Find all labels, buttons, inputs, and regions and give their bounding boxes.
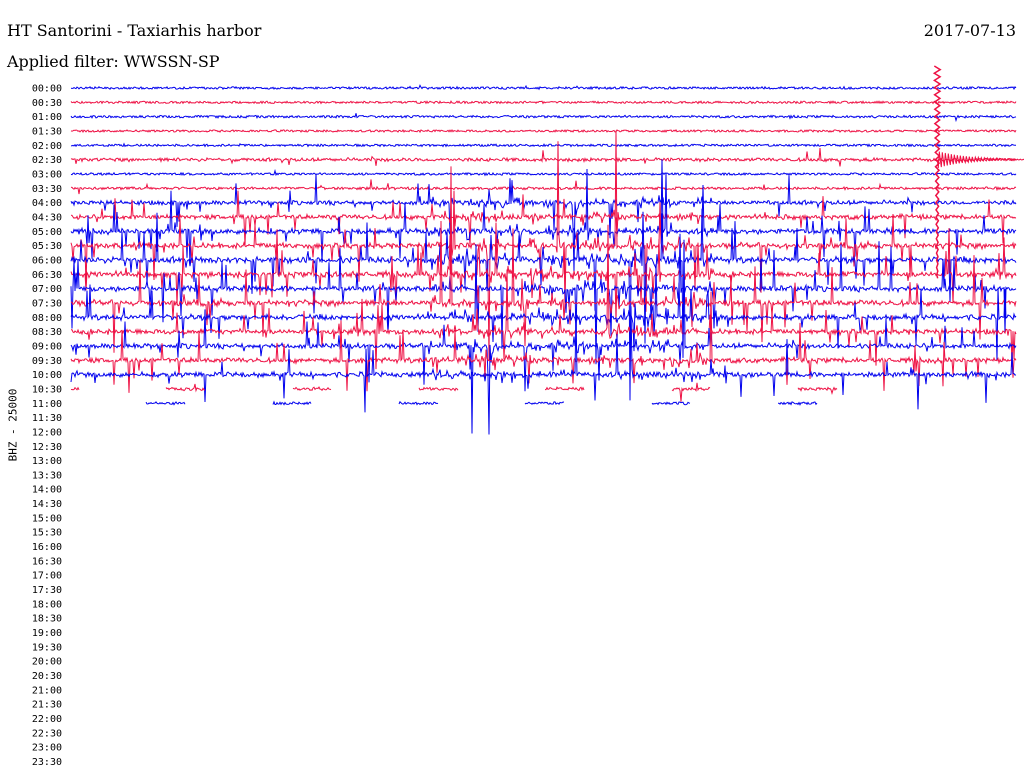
tick-label: 03:00 bbox=[32, 169, 62, 180]
tick-label: 08:30 bbox=[32, 327, 62, 338]
trace-line bbox=[70, 113, 1017, 123]
tick-label: 04:30 bbox=[32, 212, 62, 223]
tick-label: 07:30 bbox=[32, 298, 62, 309]
tick-label: 13:00 bbox=[32, 456, 62, 467]
tick-label: 12:00 bbox=[32, 427, 62, 438]
tick-label: 05:30 bbox=[32, 241, 62, 252]
tick-label: 06:30 bbox=[32, 270, 62, 281]
tick-label: 00:00 bbox=[32, 84, 62, 95]
tick-label: 14:30 bbox=[32, 499, 62, 510]
tick-label: 19:00 bbox=[32, 628, 62, 639]
tick-label: 10:30 bbox=[32, 384, 62, 395]
tick-label: 17:00 bbox=[32, 571, 62, 582]
tick-label: 01:30 bbox=[32, 126, 62, 137]
tick-label: 09:00 bbox=[32, 341, 62, 352]
tick-label: 11:30 bbox=[32, 413, 62, 424]
event-coda bbox=[936, 151, 1024, 169]
tick-label: 20:00 bbox=[32, 657, 62, 668]
trace-line bbox=[70, 130, 1017, 361]
tick-label: 03:30 bbox=[32, 184, 62, 195]
tick-label: 18:00 bbox=[32, 599, 62, 610]
tick-label: 02:30 bbox=[32, 155, 62, 166]
trace-line bbox=[70, 142, 1016, 148]
tick-label: 16:30 bbox=[32, 556, 62, 567]
tick-label: 22:30 bbox=[32, 728, 62, 739]
tick-label: 20:30 bbox=[32, 671, 62, 682]
tick-label: 07:00 bbox=[32, 284, 62, 295]
tick-label: 15:30 bbox=[32, 528, 62, 539]
tick-label: 05:00 bbox=[32, 227, 62, 238]
tick-label: 10:00 bbox=[32, 370, 62, 381]
trace-line bbox=[70, 382, 838, 402]
trace-line bbox=[145, 400, 818, 406]
tick-label: 13:30 bbox=[32, 470, 62, 481]
tick-label: 14:00 bbox=[32, 485, 62, 496]
tick-label: 12:30 bbox=[32, 442, 62, 453]
tick-label: 04:00 bbox=[32, 198, 62, 209]
trace-line bbox=[70, 239, 1017, 435]
trace-line bbox=[70, 100, 1017, 105]
trace-line bbox=[70, 129, 1017, 134]
tick-label: 17:30 bbox=[32, 585, 62, 596]
tick-label: 22:00 bbox=[32, 714, 62, 725]
tick-label: 21:00 bbox=[32, 685, 62, 696]
tick-label: 11:00 bbox=[32, 399, 62, 410]
trace-line bbox=[70, 179, 1017, 195]
tick-label: 00:30 bbox=[32, 98, 62, 109]
tick-label: 16:00 bbox=[32, 542, 62, 553]
trace-line bbox=[70, 84, 1017, 91]
tick-label: 08:00 bbox=[32, 313, 62, 324]
trace-line bbox=[70, 148, 1017, 167]
tick-label: 02:00 bbox=[32, 141, 62, 152]
tick-label: 09:30 bbox=[32, 356, 62, 367]
tick-label: 23:30 bbox=[32, 757, 62, 768]
tick-label: 23:00 bbox=[32, 743, 62, 754]
tick-label: 19:30 bbox=[32, 642, 62, 653]
tick-label: 06:00 bbox=[32, 255, 62, 266]
tick-label: 15:00 bbox=[32, 513, 62, 524]
trace-line bbox=[70, 168, 1017, 177]
tick-label: 18:30 bbox=[32, 614, 62, 625]
tick-label: 21:30 bbox=[32, 700, 62, 711]
seismogram-plot: 00:00 00:30 01:00 01:30 02:00 02:30 03:00 03:30… bbox=[32, 65, 1024, 768]
tick-label: 01:00 bbox=[32, 112, 62, 123]
